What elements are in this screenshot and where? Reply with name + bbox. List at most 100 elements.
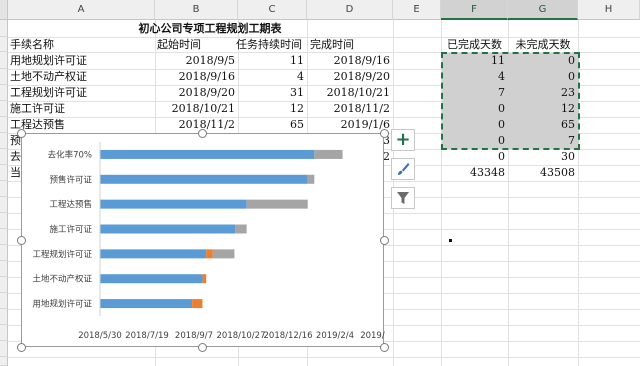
bar-remaining-days[interactable] [246,199,308,209]
cell-start-date[interactable]: 2018/9/16 [155,69,238,85]
bar-start-date[interactable] [100,199,247,209]
bar-start-date[interactable] [100,274,203,284]
chart-elements-button[interactable]: + [391,129,415,151]
cell-remaining-days[interactable]: 30 [508,149,578,165]
row-header[interactable] [0,261,8,277]
resize-handle[interactable] [16,235,26,245]
x-tick-label: 2018/9/7 [175,331,213,341]
resize-handle[interactable] [379,342,389,352]
cell-start-date[interactable]: 2018/9/5 [155,53,238,69]
bar-done-days[interactable] [192,299,203,309]
row-header[interactable] [0,309,8,325]
column-header-f[interactable]: F [441,0,508,20]
column-header-g[interactable]: G [508,0,578,20]
cell-current-f[interactable]: 43348 [441,165,508,181]
header-done-days[interactable]: 已完成天数 [441,37,508,53]
resize-handle[interactable] [16,342,26,352]
row-header[interactable] [0,357,8,366]
cell-start-date[interactable]: 2018/10/21 [155,101,238,117]
cell-end-date[interactable]: 2018/10/21 [307,85,393,101]
column-header-a[interactable]: A [8,0,155,20]
row-header[interactable] [0,245,8,261]
resize-handle[interactable] [16,128,26,138]
cell-done-days[interactable]: 0 [441,149,508,165]
cell-procedure-name[interactable]: 土地不动产权证 [8,69,155,85]
cell-start-date[interactable]: 2018/11/2 [155,117,238,133]
cell-start-date[interactable]: 2018/9/20 [155,85,238,101]
row-header[interactable] [0,133,8,149]
row-header[interactable] [0,341,8,357]
bar-done-days[interactable] [206,249,213,259]
header-remaining-days[interactable]: 未完成天数 [508,37,578,53]
row-header[interactable] [0,325,8,341]
header-duration[interactable]: 任务持续时间 [234,37,309,53]
x-tick-label: 2018/12/16 [264,331,313,341]
column-header-b[interactable]: B [155,0,238,20]
resize-handle[interactable] [379,235,389,245]
x-tick-label: 2019/3/26 [360,331,385,341]
row-header[interactable] [0,293,8,309]
sheet-title[interactable]: 初心公司专项工程规划工期表 [100,21,320,37]
x-tick-label: 2018/10/27 [217,331,266,341]
category-label: 土地不动产权证 [32,274,92,285]
category-label: 预售许可证 [49,174,92,185]
cell-end-date[interactable]: 2018/9/16 [307,53,393,69]
bar-start-date[interactable] [100,249,207,259]
bar-done-days[interactable] [202,274,207,284]
row-header[interactable] [0,37,8,52]
cell-duration[interactable]: 65 [238,117,307,133]
row-header[interactable] [0,85,8,101]
bar-remaining-days[interactable] [235,224,247,234]
column-header-e[interactable]: E [393,0,441,20]
header-end[interactable]: 完成时间 [308,37,393,53]
row-header[interactable] [0,101,8,117]
cell-procedure-name[interactable]: 工程规划许可证 [8,85,155,101]
row-header[interactable] [0,20,8,37]
select-all-corner[interactable] [0,0,8,20]
cell-duration[interactable]: 4 [238,69,307,85]
row-header[interactable] [0,69,8,85]
cell-duration[interactable]: 11 [238,53,307,69]
column-header-h[interactable]: H [578,0,640,20]
row-header[interactable] [0,197,8,213]
cell-procedure-name[interactable]: 用地规划许可证 [8,53,155,69]
resize-handle[interactable] [198,342,207,352]
bar-remaining-days[interactable] [307,174,315,184]
bar-start-date[interactable] [100,224,236,234]
chart-styles-button[interactable] [391,158,415,180]
row-header[interactable] [0,149,8,165]
cell-duration[interactable]: 12 [238,101,307,117]
resize-handle[interactable] [379,128,389,138]
cell-duration[interactable]: 31 [238,85,307,101]
header-start[interactable]: 起始时间 [155,37,238,53]
row-header[interactable] [0,229,8,245]
bar-remaining-days[interactable] [314,149,343,159]
brush-icon [398,163,410,175]
bar-start-date[interactable] [100,149,315,159]
bar-start-date[interactable] [100,299,193,309]
gantt-chart[interactable]: 去化率70% 预售许可证 工程达预售 施工许可证 工程规划许可证 土地不动产权证 用地规划许… [21,133,404,347]
bar-remaining-days[interactable] [212,249,235,259]
row-header[interactable] [0,117,8,133]
cell-procedure-name[interactable]: 工程达预售 [8,117,155,133]
row-header[interactable] [0,52,8,69]
row-header[interactable] [0,277,8,293]
chart-filters-button[interactable] [391,187,415,209]
gridline-horizontal [8,357,640,358]
chart-plot: 去化率70% 预售许可证工程达预售施工许可证工程规划许可证土地不动产权证用地规划许… [32,142,404,341]
selection-marquee [441,52,580,150]
column-header-d[interactable]: D [307,0,393,20]
cell-current-g[interactable]: 43508 [508,165,578,181]
row-header[interactable] [0,213,8,229]
cell-end-date[interactable]: 2018/11/2 [307,101,393,117]
resize-handle[interactable] [198,128,207,138]
x-tick-label: 2019/2/4 [316,331,354,341]
cell-procedure-name[interactable]: 施工许可证 [8,101,155,117]
row-header[interactable] [0,165,8,181]
header-procedure[interactable]: 手续名称 [8,37,155,53]
column-header-c[interactable]: C [238,0,307,20]
x-tick-label: 2018/7/19 [125,331,169,341]
cell-end-date[interactable]: 2018/9/20 [307,69,393,85]
row-header[interactable] [0,181,8,197]
bar-start-date[interactable] [100,174,308,184]
